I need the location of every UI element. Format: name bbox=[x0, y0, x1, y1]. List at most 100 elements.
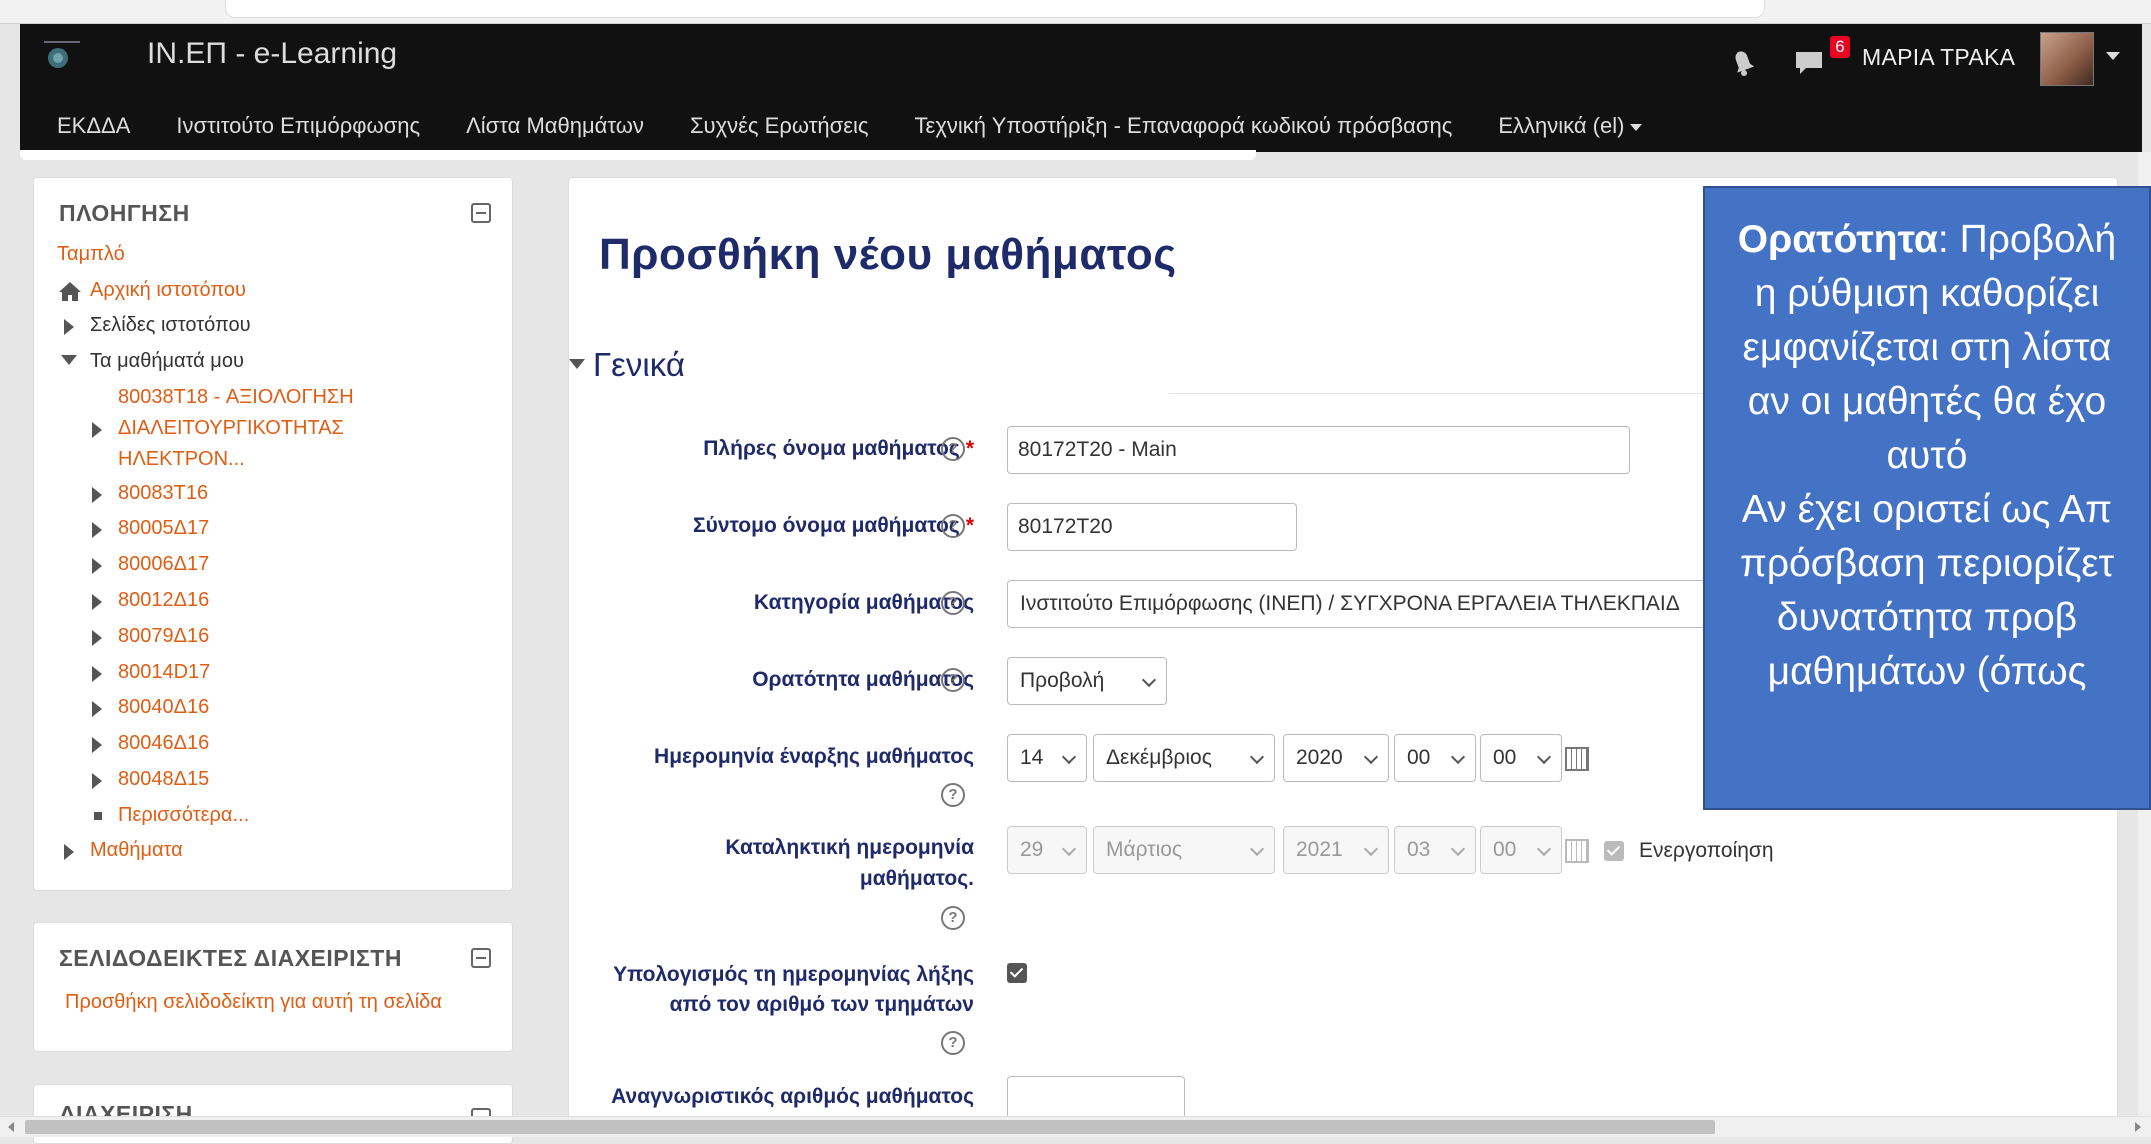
address-bar[interactable] bbox=[225, 0, 1765, 18]
nav-course-item[interactable]: 80079Δ16 bbox=[118, 625, 209, 648]
help-icon[interactable]: ? bbox=[941, 668, 965, 692]
overlay-line: Ορατότητα: Προβολή bbox=[1705, 213, 2149, 267]
nav-course-item[interactable]: 80005Δ17 bbox=[118, 517, 209, 540]
expand-site-pages-icon[interactable] bbox=[64, 319, 74, 335]
start-hour-select[interactable]: 00 bbox=[1394, 734, 1476, 782]
expand-course-icon[interactable] bbox=[92, 487, 102, 503]
scroll-right-icon[interactable] bbox=[2135, 1122, 2141, 1132]
help-icon[interactable]: ? bbox=[941, 906, 965, 930]
nav-course-item[interactable]: 80040Δ16 bbox=[118, 696, 209, 719]
home-icon bbox=[59, 282, 81, 301]
site-logo-icon[interactable] bbox=[40, 40, 104, 76]
nav-course-item[interactable]: 80048Δ15 bbox=[118, 768, 209, 791]
overlay-line: αυτό bbox=[1886, 434, 1968, 477]
user-avatar[interactable] bbox=[2040, 32, 2094, 86]
nav-dashboard[interactable]: Ταμπλό bbox=[57, 243, 125, 266]
top-navbar: ΙΝ.ΕΠ - e-Learning 6 ΜΑΡΙΑ ΤΡΑΚΑ ΕΚΔΔΑ Ι… bbox=[20, 24, 2142, 152]
idnumber-label: Αναγνωριστικός αριθμός μαθήματος bbox=[611, 1085, 974, 1108]
overlay-line-text: : Προβολή bbox=[1937, 218, 2117, 261]
enddate-label: Καταληκτική ημερομηνία bbox=[725, 836, 974, 859]
nav-my-courses[interactable]: Τα μαθήματά μου bbox=[90, 350, 244, 373]
help-icon[interactable]: ? bbox=[941, 1031, 965, 1055]
expand-course-icon[interactable] bbox=[92, 630, 102, 646]
nav-course-item[interactable]: 80006Δ17 bbox=[118, 553, 209, 576]
nav-course-item[interactable]: 80038T18 - ΑΞΙΟΛΟΓΗΣΗ bbox=[118, 386, 354, 409]
expand-course-icon[interactable] bbox=[92, 666, 102, 682]
calc-enddate-checkbox[interactable] bbox=[1007, 963, 1027, 983]
expand-courses-icon[interactable] bbox=[64, 844, 74, 860]
expand-course-icon[interactable] bbox=[92, 558, 102, 574]
scrollbar-thumb[interactable] bbox=[25, 1120, 1715, 1134]
start-minute-select[interactable]: 00 bbox=[1480, 734, 1562, 782]
expand-course-icon[interactable] bbox=[92, 422, 102, 438]
navigation-block-title: ΠΛΟΗΓΗΣΗ bbox=[59, 200, 190, 226]
site-name[interactable]: ΙΝ.ΕΠ - e-Learning bbox=[147, 37, 397, 71]
messages-count-badge: 6 bbox=[1830, 36, 1850, 58]
overlay-line: αν οι μαθητές θα έχο bbox=[1747, 380, 2107, 423]
menu-item-institute[interactable]: Ινστιτούτο Επιμόρφωσης bbox=[153, 113, 443, 139]
nav-site-pages[interactable]: Σελίδες ιστοτόπου bbox=[90, 314, 251, 337]
visibility-select[interactable]: Προβολή bbox=[1007, 657, 1167, 705]
page-title: Προσθήκη νέου μαθήματος bbox=[599, 230, 1177, 279]
nav-course-item[interactable]: ΔΙΑΛΕΙΤΟΥΡΓΙΚΟΤΗΤΑΣ bbox=[118, 417, 344, 440]
expand-course-icon[interactable] bbox=[92, 701, 102, 717]
nav-courses[interactable]: Μαθήματα bbox=[90, 839, 183, 862]
calendar-icon[interactable] bbox=[1565, 747, 1589, 771]
overlay-line: εμφανίζεται στη λίστα bbox=[1742, 326, 2112, 369]
menu-item-faq[interactable]: Συχνές Ερωτήσεις bbox=[667, 113, 892, 139]
collapse-icon[interactable] bbox=[471, 948, 491, 968]
help-icon[interactable]: ? bbox=[941, 514, 965, 538]
expand-course-icon[interactable] bbox=[92, 773, 102, 789]
start-year-select[interactable]: 2020 bbox=[1283, 734, 1389, 782]
category-select[interactable]: Ινστιτούτο Επιμόρφωσης (ΙΝΕΠ) / ΣΥΓΧΡΟΝΑ… bbox=[1007, 580, 1747, 628]
start-day-select[interactable]: 14 bbox=[1007, 734, 1087, 782]
collapse-my-courses-icon[interactable] bbox=[61, 355, 77, 365]
end-month-select[interactable]: Μάρτιος bbox=[1093, 826, 1275, 874]
horizontal-scrollbar[interactable] bbox=[0, 1116, 2151, 1137]
end-hour-select[interactable]: 03 bbox=[1394, 826, 1476, 874]
enable-enddate-checkbox[interactable] bbox=[1604, 841, 1624, 861]
start-month-select[interactable]: Δεκέμβριος bbox=[1093, 734, 1275, 782]
user-menu-name[interactable]: ΜΑΡΙΑ ΤΡΑΚΑ bbox=[1862, 44, 2015, 71]
overlay-bold-term: Ορατότητα bbox=[1737, 218, 1938, 261]
page-header-edge bbox=[20, 150, 1256, 160]
menu-item-language[interactable]: Ελληνικά (el) bbox=[1475, 113, 1665, 139]
calendar-icon[interactable] bbox=[1565, 839, 1589, 863]
visibility-explanation-overlay: Ορατότητα: Προβολή η ρύθμιση καθορίζει ε… bbox=[1703, 186, 2151, 810]
fullname-label: Πλήρες όνομα μαθήματος * bbox=[703, 434, 974, 464]
help-icon[interactable]: ? bbox=[941, 783, 965, 807]
enable-enddate-label: Ενεργοποίηση bbox=[1639, 839, 1774, 862]
nav-site-home[interactable]: Αρχική ιστοτόπου bbox=[90, 279, 246, 302]
help-icon[interactable]: ? bbox=[941, 591, 965, 615]
nav-course-item[interactable]: 80083Τ16 bbox=[118, 482, 208, 505]
expand-course-icon[interactable] bbox=[92, 594, 102, 610]
user-menu-caret-icon[interactable] bbox=[2106, 52, 2120, 60]
expand-course-icon[interactable] bbox=[92, 737, 102, 753]
end-year-select[interactable]: 2021 bbox=[1283, 826, 1389, 874]
end-day-select[interactable]: 29 bbox=[1007, 826, 1087, 874]
shortname-input[interactable]: 80172T20 bbox=[1007, 503, 1297, 551]
scroll-left-icon[interactable] bbox=[8, 1122, 14, 1132]
nav-course-item[interactable]: 80012Δ16 bbox=[118, 589, 209, 612]
bullet-icon bbox=[94, 812, 102, 820]
menu-item-course-list[interactable]: Λίστα Μαθημάτων bbox=[443, 113, 667, 139]
section-general-header[interactable]: Γενικά bbox=[569, 346, 685, 384]
overlay-line: Αν έχει οριστεί ως Απ bbox=[1741, 488, 2113, 531]
nav-more-courses[interactable]: Περισσότερα... bbox=[118, 804, 249, 827]
help-icon[interactable]: ? bbox=[941, 437, 965, 461]
add-bookmark-link[interactable]: Προσθήκη σελιδοδείκτη για αυτή τη σελίδα bbox=[65, 991, 442, 1014]
nav-course-item-continued[interactable]: ΗΛΕΚΤΡΟΝ... bbox=[118, 448, 245, 471]
collapse-icon[interactable] bbox=[471, 203, 491, 223]
end-minute-select[interactable]: 00 bbox=[1480, 826, 1562, 874]
menu-item-ekdda[interactable]: ΕΚΔΔΑ bbox=[20, 113, 153, 139]
nav-course-item[interactable]: 80014D17 bbox=[118, 661, 210, 684]
overlay-line: η ρύθμιση καθορίζει bbox=[1754, 272, 2100, 315]
messages-icon[interactable] bbox=[1790, 42, 1830, 82]
menu-item-support[interactable]: Τεχνική Υποστήριξη - Επαναφορά κωδικού π… bbox=[892, 113, 1476, 139]
shortname-label: Σύντομο όνομα μαθήματος * bbox=[693, 511, 974, 541]
nav-course-item[interactable]: 80046Δ16 bbox=[118, 732, 209, 755]
chevron-down-icon bbox=[1630, 123, 1643, 131]
expand-course-icon[interactable] bbox=[92, 522, 102, 538]
fullname-input[interactable]: 80172T20 - Main bbox=[1007, 426, 1630, 474]
notifications-bell-icon[interactable] bbox=[1725, 44, 1761, 80]
